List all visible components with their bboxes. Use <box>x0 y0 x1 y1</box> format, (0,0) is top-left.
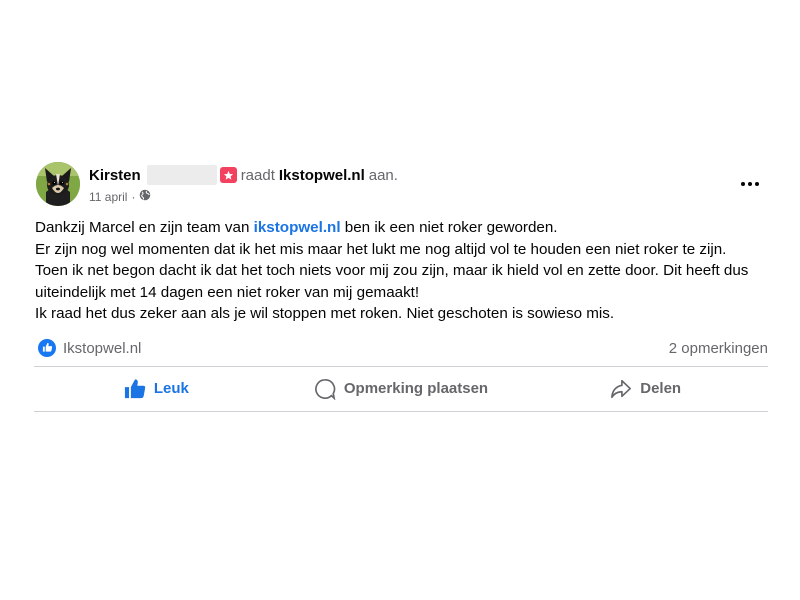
share-arrow-icon <box>611 379 632 398</box>
page-link[interactable]: Ikstopwel.nl <box>279 167 365 184</box>
post-body: Dankzij Marcel en zijn team van ikstopwe… <box>34 217 768 325</box>
post-meta: 11 april · <box>89 189 151 204</box>
recommends-verb: raadt <box>240 166 275 184</box>
reactions-bar: Ikstopwel.nl 2 opmerkingen <box>34 334 768 364</box>
meta-separator: · <box>131 189 136 204</box>
like-label: Leuk <box>153 380 189 397</box>
post-paragraph: Er zijn nog wel momenten dat ik het mis … <box>35 240 727 258</box>
share-label: Delen <box>640 380 682 397</box>
body-text-segment: ben ik een niet roker geworden. <box>340 219 558 236</box>
thumbs-up-icon <box>124 378 145 398</box>
redacted-surname <box>146 165 217 185</box>
recommends-suffix: aan. <box>368 166 398 184</box>
body-link[interactable]: ikstopwel.nl <box>254 219 341 236</box>
comments-count[interactable]: 2 opmerkingen <box>669 340 768 357</box>
reaction-page-name[interactable]: Ikstopwel.nl <box>63 340 141 357</box>
body-text-segment: Dankzij Marcel en zijn team van <box>35 219 254 236</box>
comment-label: Opmerking plaatsen <box>343 380 489 397</box>
more-options-icon[interactable] <box>732 174 768 194</box>
post-paragraph: Toen ik net begon dacht ik dat het toch … <box>35 262 749 301</box>
like-icon[interactable] <box>38 338 56 357</box>
post-card: Kirsten raadt Ikstopwel.nl aan. 11 april… <box>34 160 768 412</box>
avatar[interactable] <box>36 162 80 206</box>
post-paragraph: Dankzij Marcel en zijn team van ikstopwe… <box>35 217 764 239</box>
share-button[interactable]: Delen <box>523 367 768 411</box>
recommendation-star-icon <box>219 167 237 183</box>
comment-button[interactable]: Opmerking plaatsen <box>279 367 524 411</box>
action-bar: Leuk Opmerking plaatsen Delen <box>34 365 768 412</box>
comment-bubble-icon <box>314 378 336 400</box>
post-header: Kirsten raadt Ikstopwel.nl aan. 11 april… <box>34 160 768 210</box>
like-button[interactable]: Leuk <box>34 367 279 411</box>
post-paragraph: Ik raad het dus zeker aan als je wil sto… <box>35 305 615 322</box>
post-date[interactable]: 11 april <box>89 190 127 204</box>
dog-avatar-icon <box>36 162 80 206</box>
author-line: Kirsten raadt Ikstopwel.nl aan. <box>89 165 398 185</box>
author-name[interactable]: Kirsten <box>89 167 141 184</box>
globe-icon[interactable] <box>139 189 151 204</box>
